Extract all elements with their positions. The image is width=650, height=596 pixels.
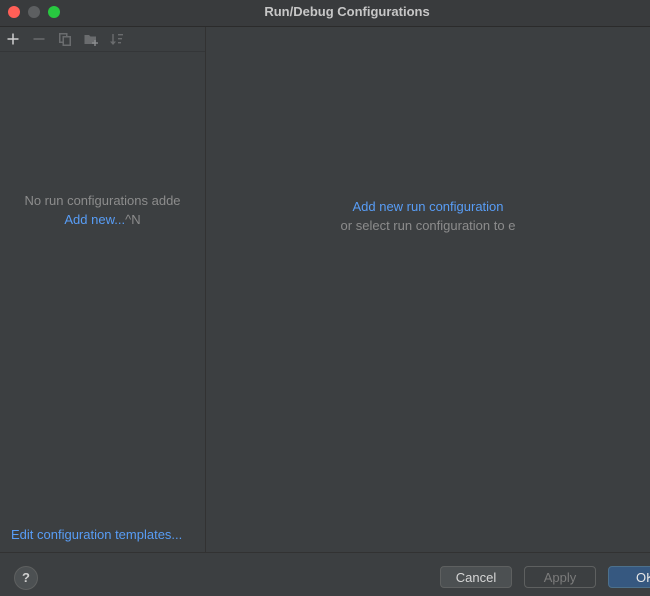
folder-add-icon [84,34,98,46]
select-configuration-hint: or select run configuration to e [340,218,516,233]
configurations-tree-panel: No run configurations adde Add new...^N … [0,27,206,552]
run-debug-configurations-dialog: Run/Debug Configurations No run configur… [0,0,650,596]
copy-configuration-button[interactable] [55,29,75,49]
plus-icon [7,33,19,45]
add-configuration-button[interactable] [3,29,23,49]
empty-configurations-state: No run configurations adde Add new...^N [0,193,205,227]
sort-icon [110,33,123,45]
empty-details-state: Add new run configuration or select run … [206,199,650,233]
add-new-row: Add new...^N [0,212,205,227]
configuration-details-panel: Add new run configuration or select run … [206,27,650,552]
window-title: Run/Debug Configurations [264,4,430,19]
sort-configurations-button[interactable] [107,29,127,49]
add-new-shortcut: ^N [125,212,141,227]
apply-button[interactable]: Apply [524,566,596,588]
copy-icon [59,32,71,46]
add-new-run-configuration-link[interactable]: Add new run configuration [206,199,650,214]
move-to-folder-button[interactable] [81,29,101,49]
ok-button[interactable]: OK [608,566,650,588]
help-button[interactable]: ? [14,566,38,590]
minus-icon [33,38,45,40]
title-bar: Run/Debug Configurations [0,0,650,27]
remove-configuration-button[interactable] [29,29,49,49]
empty-configurations-message: No run configurations adde [24,193,181,208]
edit-configuration-templates-link[interactable]: Edit configuration templates... [11,527,182,542]
cancel-button[interactable]: Cancel [440,566,512,588]
dialog-footer: ? Cancel Apply OK [0,552,650,596]
configurations-toolbar [0,27,205,52]
add-new-link[interactable]: Add new... [64,212,125,227]
